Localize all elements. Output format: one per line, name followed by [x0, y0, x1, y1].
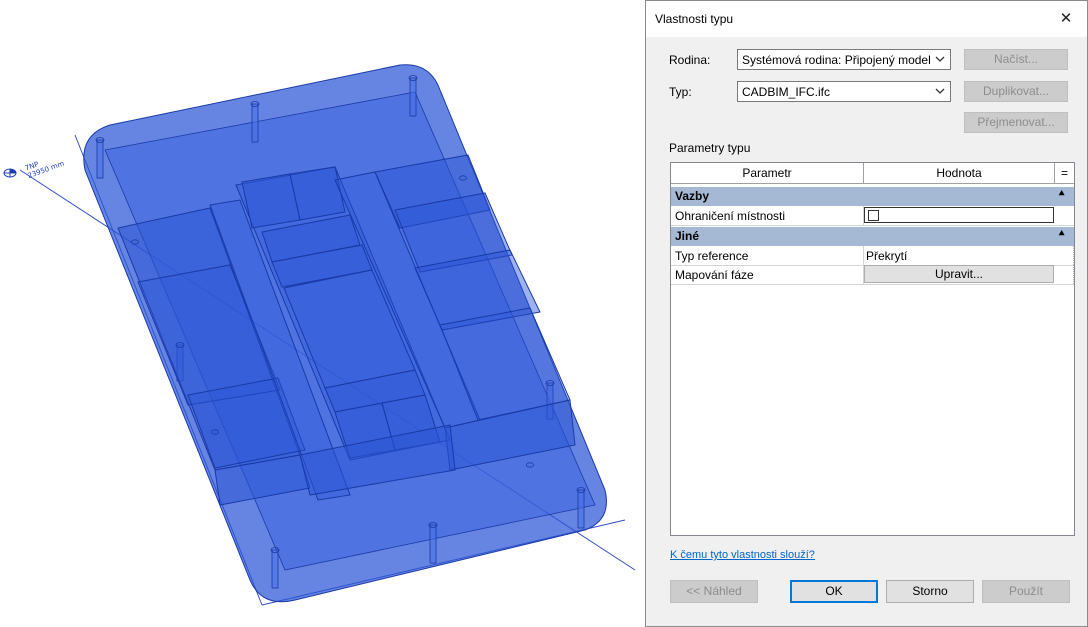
param-value[interactable]: Překrytí [866, 249, 907, 263]
collapse-icon[interactable]: ⯅ [1057, 228, 1066, 241]
dialog-titlebar[interactable]: Vlastnosti typu ✕ [646, 1, 1087, 37]
room-bounding-checkbox[interactable] [868, 210, 879, 221]
group-header-constraints[interactable]: Vazby ⯅ [671, 187, 1074, 206]
param-name: Mapování fáze [675, 268, 754, 282]
param-row-room-bounding[interactable]: Ohraničení místnosti [671, 206, 1074, 226]
type-label: Typ: [669, 85, 692, 99]
param-row-phase-mapping[interactable]: Mapování fáze Upravit... [671, 265, 1074, 285]
type-parameters-label: Parametry typu [669, 141, 751, 155]
type-value: CADBIM_IFC.ifc [742, 85, 831, 99]
col-header-formula[interactable]: = [1055, 163, 1074, 184]
3d-viewport[interactable]: 7NP 23950 mm [0, 0, 645, 627]
type-parameters-grid[interactable]: Parametr Hodnota = Vazby ⯅ Ohraničení mí… [670, 162, 1075, 536]
close-icon[interactable]: ✕ [1053, 7, 1079, 31]
collapse-icon[interactable]: ⯅ [1057, 188, 1066, 201]
family-combobox[interactable]: Systémová rodina: Připojený model aplik [737, 49, 951, 70]
family-label: Rodina: [669, 53, 711, 67]
cancel-button[interactable]: Storno [886, 580, 974, 603]
group-name: Jiné [675, 229, 700, 243]
col-header-parameter[interactable]: Parametr [671, 163, 864, 184]
linked-model-3d-view[interactable] [0, 0, 645, 627]
param-name: Typ reference [675, 249, 749, 263]
help-link[interactable]: K čemu tyto vlastnosti slouží? [670, 549, 815, 561]
dialog-title: Vlastnosti typu [655, 12, 734, 26]
load-button[interactable]: Načíst... [964, 49, 1068, 70]
type-properties-dialog: Vlastnosti typu ✕ Rodina: Systémová rodi… [645, 0, 1088, 627]
chevron-down-icon [935, 56, 945, 62]
duplicate-button[interactable]: Duplikovat... [964, 81, 1068, 102]
phase-mapping-edit-button[interactable]: Upravit... [864, 265, 1054, 283]
family-value: Systémová rodina: Připojený model aplik [742, 53, 930, 67]
group-header-other[interactable]: Jiné ⯅ [671, 227, 1074, 246]
value-cell-editor[interactable] [864, 207, 1054, 223]
apply-button[interactable]: Použít [982, 580, 1070, 603]
param-name: Ohraničení místnosti [675, 209, 786, 223]
group-name: Vazby [675, 189, 710, 203]
chevron-down-icon [935, 88, 945, 94]
param-row-reference-type[interactable]: Typ reference Překrytí [671, 246, 1074, 266]
level-head-icon [3, 168, 17, 178]
preview-button[interactable]: << Náhled [670, 580, 758, 603]
col-header-value[interactable]: Hodnota [864, 163, 1055, 184]
ok-button[interactable]: OK [790, 580, 878, 603]
rename-button[interactable]: Přejmenovat... [964, 112, 1068, 133]
type-combobox[interactable]: CADBIM_IFC.ifc [737, 81, 951, 102]
